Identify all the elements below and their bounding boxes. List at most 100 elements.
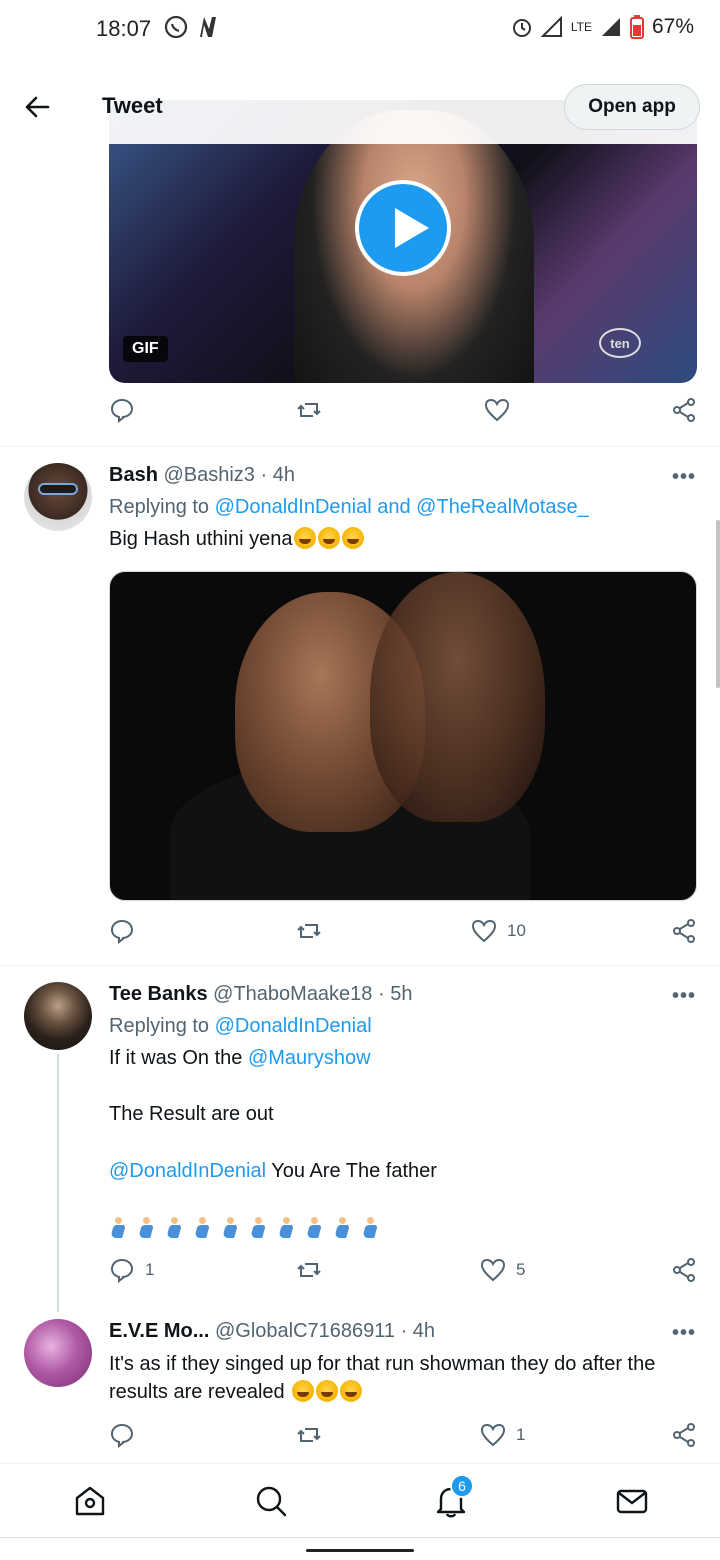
display-name[interactable]: Bash [109,464,158,486]
laughing-emoji-icon [340,1380,363,1402]
signal-icon-2 [601,18,620,36]
retweet-icon [297,1428,321,1442]
reply-icon [110,919,134,944]
like-button[interactable]: 5 [480,1257,525,1283]
mention-link[interactable]: @Mauryshow [248,1047,371,1069]
tweet-media-image[interactable] [109,571,697,901]
more-options-icon[interactable]: ••• [672,466,696,489]
heart-icon [471,919,497,943]
reply-icon [110,1258,134,1283]
display-name[interactable]: E.V.E Mo... [109,1320,209,1342]
messages-tab[interactable] [615,1484,649,1518]
avatar[interactable] [24,463,92,531]
thread-line [57,1054,59,1312]
gesture-bar [0,1537,720,1560]
share-icon [673,398,695,422]
open-app-button[interactable]: Open app [564,84,700,130]
reply-button[interactable] [109,918,135,944]
user-handle[interactable]: @GlobalC71686911 [215,1320,395,1342]
tweet-actions: 1 [109,1422,709,1458]
battery-icon [629,15,644,39]
mention-link[interactable]: @DonaldInDenial [109,1160,266,1182]
share-button[interactable] [671,918,697,944]
home-tab[interactable] [73,1484,107,1518]
play-button[interactable] [355,180,451,276]
running-emoji-icon [333,1216,351,1239]
divider [0,446,720,447]
share-icon [673,1423,695,1447]
retweet-button[interactable] [296,397,322,423]
reply-icon [110,398,134,423]
tweet-actions: 10 [109,918,709,954]
retweet-button[interactable] [296,1257,322,1283]
share-button[interactable] [671,397,697,423]
running-emoji-icon [165,1216,183,1239]
status-right-icons: LTE 67% [511,15,694,39]
retweet-icon [297,403,321,417]
replying-prefix: Replying to [109,496,210,518]
search-icon [256,1486,287,1517]
running-emoji-icon [137,1216,155,1239]
heart-icon [484,398,510,422]
like-button[interactable]: 1 [480,1422,525,1448]
laughing-emoji-icon [318,527,341,549]
alarm-icon [512,19,531,37]
share-button[interactable] [671,1257,697,1283]
ten-logo: ten [599,328,641,358]
user-handle[interactable]: @ThaboMaake18 [213,983,372,1005]
replying-prefix: Replying to [109,1015,210,1037]
back-arrow-icon[interactable] [22,92,52,122]
tweet-actions [109,397,709,433]
home-gesture-pill[interactable] [306,1549,414,1552]
tweet-text-line-1: If it was On the @Mauryshow [109,1044,699,1072]
heart-icon [480,1423,506,1447]
share-button[interactable] [671,1422,697,1448]
share-icon [673,1258,695,1282]
reply-icon [110,1423,134,1448]
like-button[interactable]: 10 [471,918,526,944]
rofl-emoji-icon [342,527,365,549]
reply-count: 1 [145,1260,155,1279]
heart-icon [480,1258,506,1282]
explore-tab[interactable] [254,1484,288,1518]
tweet-header: Bash @Bashiz3 · 4h [109,464,295,487]
avatar[interactable] [24,1319,92,1387]
tweet-actions: 1 5 [109,1257,709,1293]
retweet-icon [297,924,321,938]
user-handle[interactable]: @Bashiz3 [163,464,254,486]
notification-badge: 6 [450,1474,474,1498]
replying-mentions[interactable]: @DonaldInDenial and @TheRealMotase_ [215,496,589,518]
laughing-emoji-icon [292,1380,315,1402]
tweet-time: · 4h [260,464,295,486]
more-options-icon[interactable]: ••• [672,1322,696,1345]
laughing-emoji-icon [294,527,317,549]
status-bar: 18:07 LTE 67% [0,0,720,60]
battery-percent: 67% [651,15,694,38]
running-emoji-icon [277,1216,295,1239]
retweet-button[interactable] [296,1422,322,1448]
replying-mentions[interactable]: @DonaldInDenial [215,1015,372,1037]
tweet-body: It's as if they singed up for that run s… [109,1353,656,1403]
like-count: 1 [516,1425,526,1444]
display-name[interactable]: Tee Banks [109,983,208,1005]
whatsapp-icon [164,15,188,39]
reply-button[interactable]: 1 [109,1257,154,1283]
media-face-2 [370,572,545,822]
status-left-icons [163,14,219,40]
avatar[interactable] [24,982,92,1050]
signal-icon [540,16,562,37]
running-emoji-icon [305,1216,323,1239]
like-button[interactable] [484,397,510,423]
share-icon [673,919,695,943]
more-options-icon[interactable]: ••• [672,985,696,1008]
reply-button[interactable] [109,397,135,423]
tweet-text-line-2: The Result are out [109,1103,274,1125]
tweet-text-line-3: @DonaldInDenial You Are The father [109,1157,699,1185]
mail-icon [616,1489,648,1514]
retweet-button[interactable] [296,918,322,944]
reply-button[interactable] [109,1422,135,1448]
running-emoji-icon [361,1216,379,1239]
network-type: LTE [570,20,592,34]
like-count: 5 [516,1260,526,1279]
scrollbar[interactable] [716,520,720,688]
